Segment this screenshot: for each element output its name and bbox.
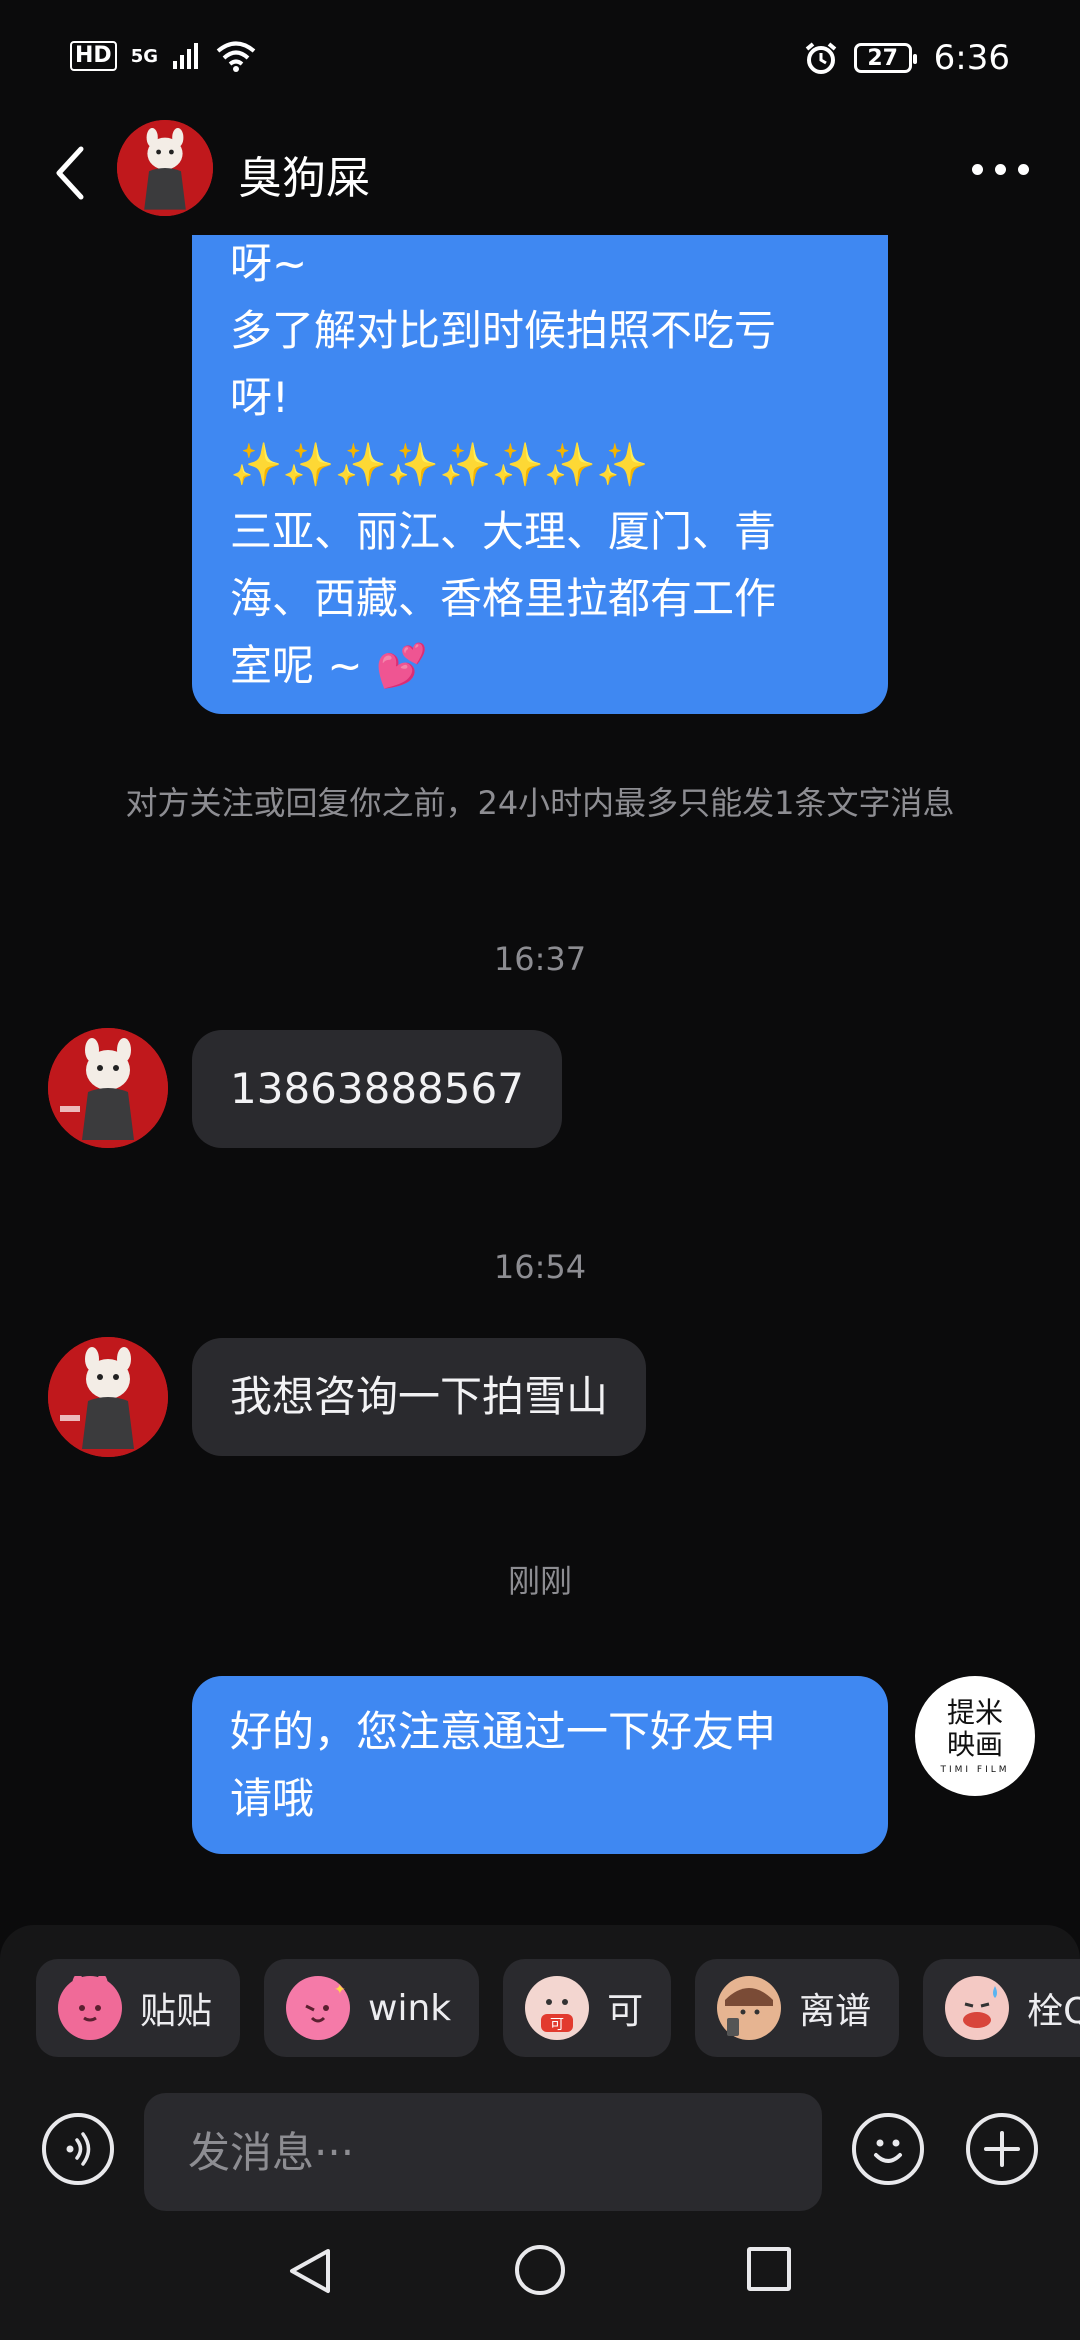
thank-you-sticker-icon (945, 1976, 1010, 2040)
compose-panel: 贴贴 ✦ wink 可 可 离谱 栓Q 发消息··· (0, 1925, 1080, 2340)
message-line: 多了解对比到时候拍照不吃亏 (230, 306, 777, 355)
contact-avatar[interactable] (48, 1028, 168, 1148)
alarm-icon (805, 42, 836, 74)
svg-text:可: 可 (550, 2017, 564, 2033)
nav-back-icon[interactable] (284, 2245, 336, 2297)
message-line: 呀~ (230, 239, 308, 288)
plus-icon (984, 2131, 1020, 2167)
hd-badge: HD (70, 41, 117, 71)
back-button[interactable] (40, 138, 100, 208)
sticker-chip[interactable]: 栓Q (923, 1959, 1080, 2057)
logo-text: 提米 (946, 1696, 1003, 1729)
wifi-icon (216, 41, 256, 72)
sticker-label: 离谱 (799, 1991, 872, 2032)
nav-recents-icon[interactable] (747, 2247, 791, 2291)
sticker-chip[interactable]: 贴贴 (36, 1959, 241, 2057)
timestamp: 16:37 (493, 940, 587, 978)
message-text: 13863888567 (230, 1064, 524, 1113)
voice-input-button[interactable] (42, 2113, 114, 2185)
sticker-chip[interactable]: 可 可 (503, 1959, 672, 2057)
message-input[interactable] (144, 2093, 822, 2211)
dot (994, 163, 1006, 175)
status-bar: HD 5G 27 6:36 (0, 0, 1080, 120)
chevron-left-icon (56, 146, 84, 200)
outgoing-message-bubble[interactable]: 好的，您注意通过一下好友申 请哦 (192, 1676, 888, 1854)
dot (1017, 163, 1029, 175)
incoming-message-bubble[interactable]: 我想咨询一下拍雪山 (192, 1338, 647, 1456)
status-right: 27 6:36 (804, 38, 1010, 78)
system-notice: 对方关注或回复你之前，24小时内最多只能发1条文字消息 (125, 784, 955, 822)
message-line: 请哦 (230, 1774, 315, 1823)
timestamp: 16:54 (493, 1248, 587, 1286)
own-avatar[interactable]: 提米 映画 TIMI FILM (915, 1676, 1035, 1796)
input-row (0, 2085, 1080, 2211)
sticker-label: 可 (607, 1991, 644, 2032)
logo-subtext: TIMI FILM (940, 1765, 1010, 1775)
battery-icon: 27 (853, 43, 917, 73)
timestamp: 刚刚 (507, 1562, 572, 1600)
message-line: ✨✨✨✨✨✨✨✨ (230, 440, 649, 489)
nav-home-icon[interactable] (515, 2245, 565, 2295)
clock: 6:36 (933, 38, 1010, 78)
system-nav-bar (0, 2215, 1080, 2340)
emoji-button[interactable] (852, 2113, 924, 2185)
chat-header: 臭狗屎 (0, 120, 1080, 235)
message-line: 三亚、丽江、大理、厦门、青 (230, 507, 777, 556)
contact-name[interactable]: 臭狗屎 (238, 142, 370, 206)
network-type: 5G (130, 45, 158, 67)
avatar-image (48, 1028, 168, 1148)
signal-icon (173, 43, 198, 69)
sticker-label: wink (368, 1987, 452, 2029)
message-line: 呀! (230, 373, 289, 422)
sticker-suggestions: 贴贴 ✦ wink 可 可 离谱 栓Q (36, 1959, 1080, 2057)
chat-screen: HD 5G 27 6:36 呀~ 多了解对比到时候拍照不吃亏 呀! ✨✨✨✨✨✨… (0, 0, 1080, 2340)
message-text: 我想咨询一下拍雪山 (230, 1372, 609, 1421)
sticker-chip[interactable]: 离谱 (695, 1959, 900, 2057)
pink-bunny-hug-sticker-icon (58, 1974, 122, 2040)
more-options-button[interactable] (960, 144, 1040, 194)
voice-icon (66, 2132, 91, 2166)
incoming-message-bubble[interactable]: 13863888567 (192, 1030, 562, 1148)
pink-bunny-wink-sticker-icon: ✦ (286, 1976, 351, 2040)
sticker-chip[interactable]: ✦ wink (264, 1959, 480, 2057)
message-line: 室呢 ~ 💕 (230, 641, 429, 690)
contact-avatar[interactable] (48, 1337, 168, 1457)
sticker-label: 栓Q (1027, 1991, 1080, 2032)
dot (971, 163, 983, 175)
logo-text: 映画 (946, 1728, 1003, 1761)
message-line: 好的，您注意通过一下好友申 (230, 1707, 777, 1756)
more-actions-button[interactable] (966, 2113, 1038, 2185)
avatar-image (48, 1337, 168, 1457)
girl-phone-sticker-icon (717, 1976, 782, 2040)
smiley-icon (874, 2139, 902, 2163)
outgoing-message-bubble[interactable]: 呀~ 多了解对比到时候拍照不吃亏 呀! ✨✨✨✨✨✨✨✨ 三亚、丽江、大理、厦门… (192, 214, 888, 714)
avatar-image (117, 120, 213, 216)
header-avatar[interactable] (117, 120, 213, 216)
svg-text:✦: ✦ (334, 1982, 346, 1998)
status-left: HD 5G (70, 40, 256, 72)
red-okay-sticker-icon: 可 (525, 1976, 590, 2040)
message-line: 海、西藏、香格里拉都有工作 (230, 574, 777, 623)
sticker-label: 贴贴 (140, 1991, 213, 2032)
